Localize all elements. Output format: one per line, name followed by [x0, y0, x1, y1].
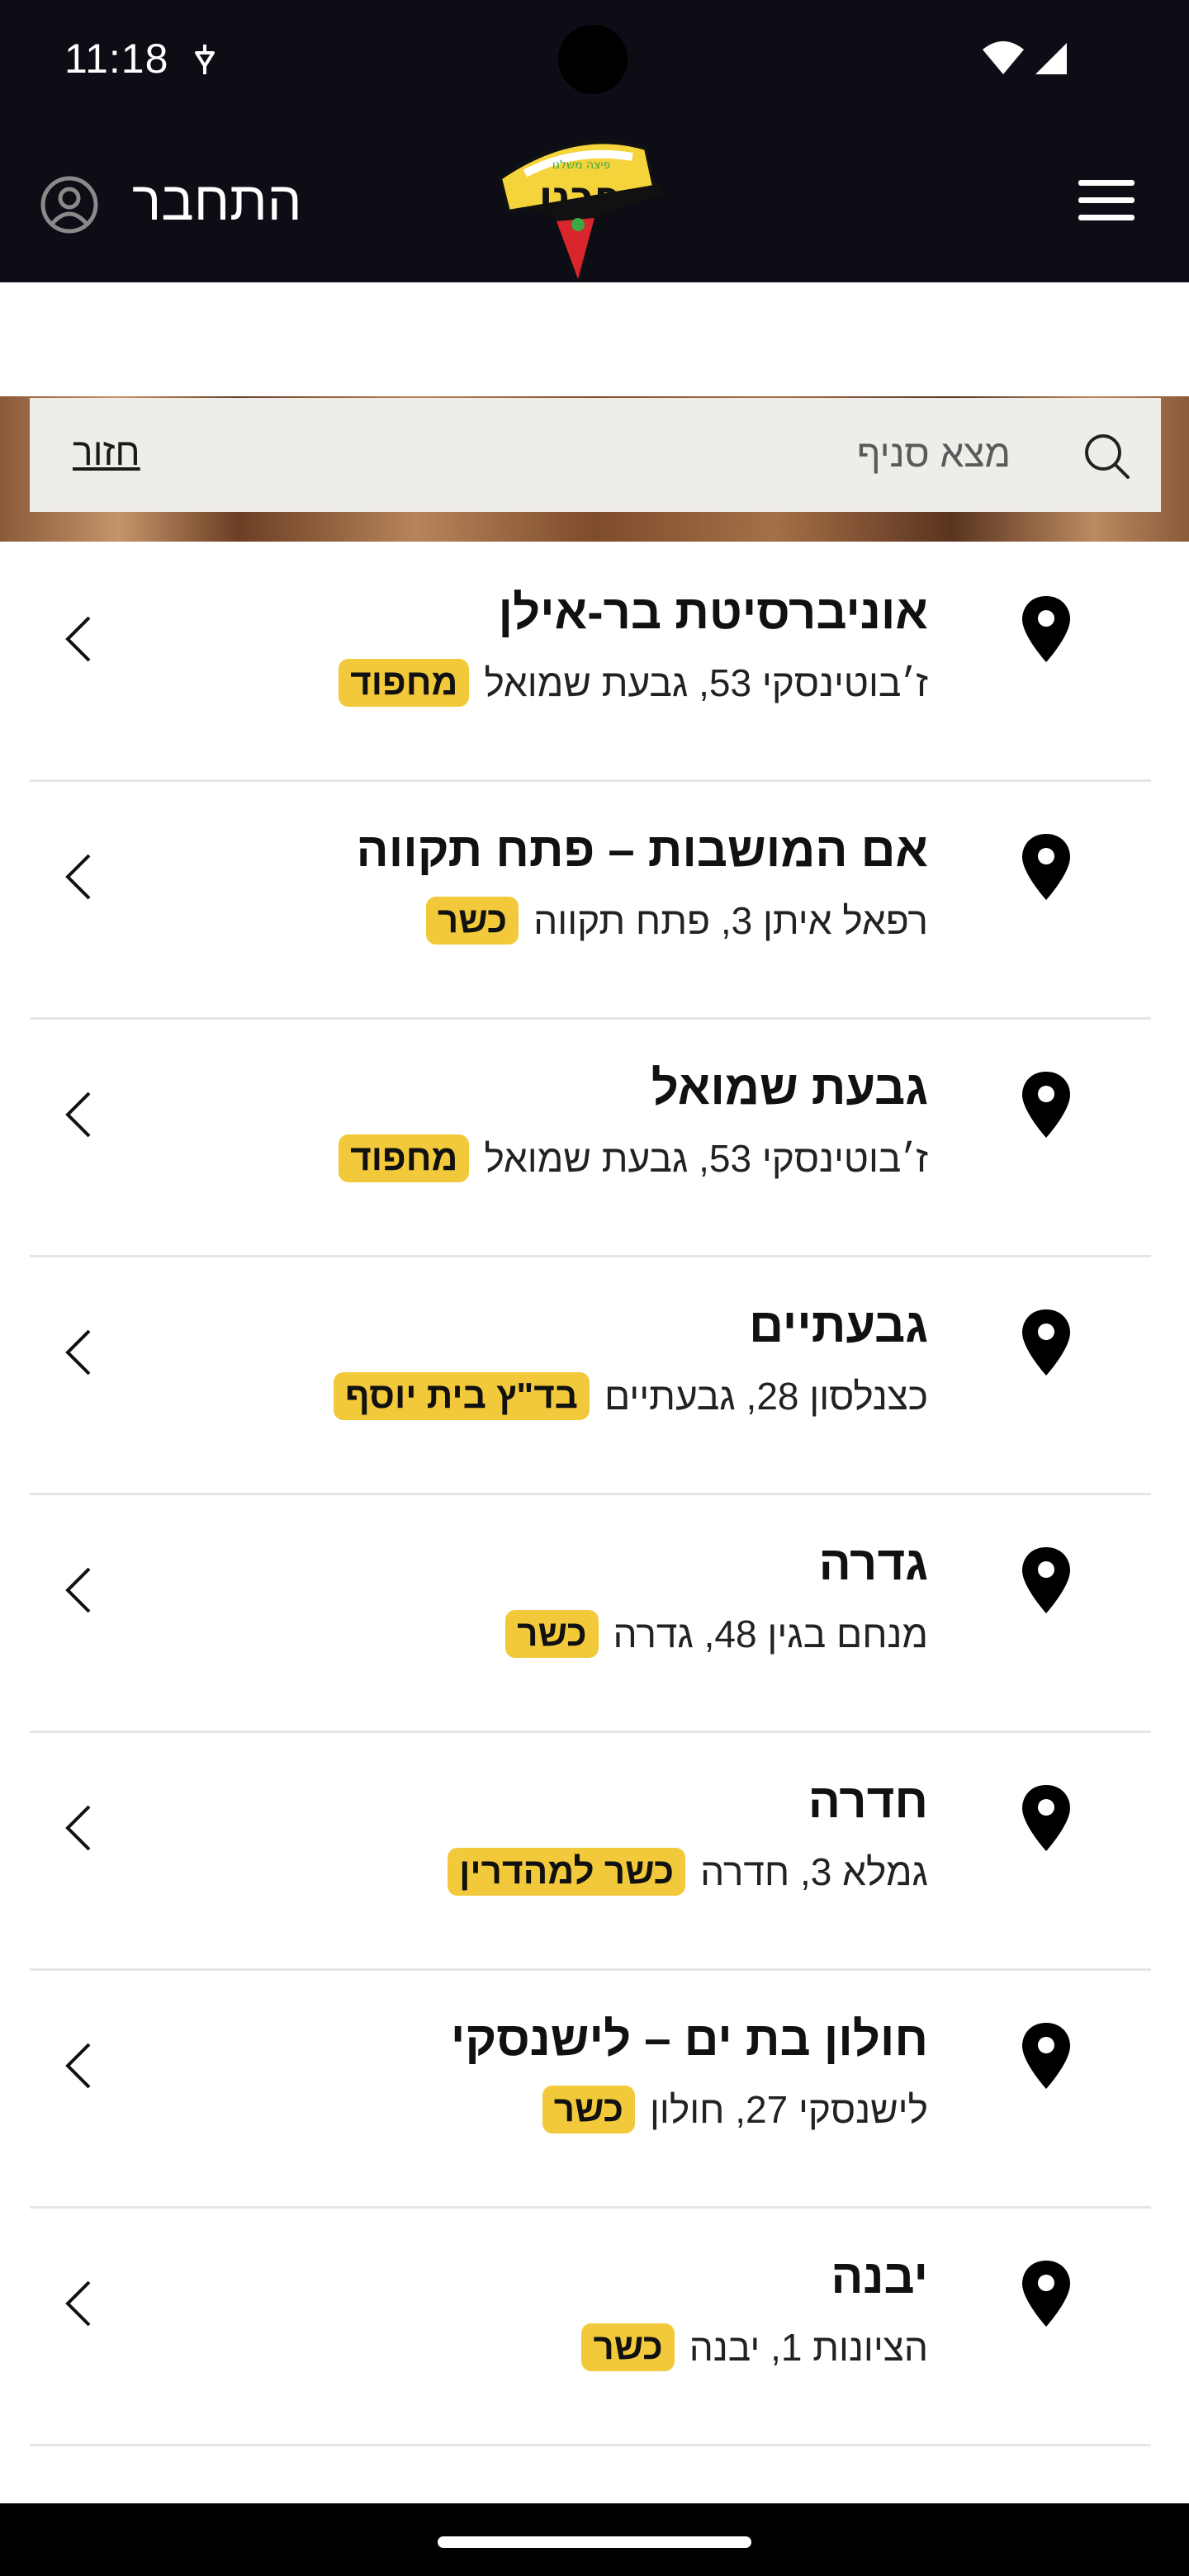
location-pin-icon: [1022, 1072, 1070, 1138]
kosher-badge: כשר: [581, 2323, 675, 2371]
fargo-logo[interactable]: פיצה משלנו פרגו: [492, 119, 669, 284]
home-gesture-handle[interactable]: [438, 2536, 751, 2548]
kosher-badge: בד"ץ בית יוסף: [333, 1372, 590, 1420]
user-account-icon[interactable]: [40, 175, 99, 234]
branch-item[interactable]: גבעתיים כצנלסון 28, גבעתיים בד"ץ בית יוס…: [30, 1257, 1151, 1495]
kosher-badge: מחפוד: [339, 1134, 470, 1182]
logo-text: פרגו: [539, 173, 620, 220]
app-header: התחבר פיצה משלנו פרגו: [0, 124, 1189, 282]
hamburger-menu-icon[interactable]: [1078, 180, 1135, 225]
status-bar: 11:18: [0, 0, 1189, 124]
branch-name: גדרה: [818, 1537, 928, 1590]
branch-name: גבעת שמואל: [651, 1061, 928, 1115]
chevron-left-icon: [65, 1091, 91, 1138]
location-pin-icon: [1022, 834, 1070, 900]
branch-name: חולון בת ים – לישנסקי: [450, 2012, 928, 2066]
chevron-left-icon: [65, 1567, 91, 1613]
branch-name: אוניברסיטת בר-אילן: [498, 585, 928, 639]
branch-address: מנחם בגין 48, גדרה: [613, 1612, 928, 1655]
status-time: 11:18: [64, 36, 169, 82]
camera-cutout: [558, 25, 628, 94]
chevron-left-icon: [65, 616, 91, 662]
kosher-badge: כשר: [425, 897, 519, 945]
location-pin-icon: [1022, 1309, 1070, 1376]
branch-item[interactable]: גבעת שמואל ז׳בוטינסקי 53, גבעת שמואל מחפ…: [30, 1019, 1151, 1257]
signal-icon: [1035, 43, 1067, 74]
logo-tagline: פיצה משלנו: [552, 159, 611, 172]
chevron-left-icon: [65, 1805, 91, 1851]
kosher-badge: כשר: [542, 2086, 635, 2133]
branch-item[interactable]: אם המושבות – פתח תקווה רפאל איתן 3, פתח …: [30, 781, 1151, 1020]
back-link[interactable]: חזור: [73, 429, 140, 474]
login-button[interactable]: התחבר: [132, 169, 302, 232]
chevron-left-icon: [65, 1329, 91, 1376]
branch-name: חדרה: [808, 1774, 928, 1828]
branch-name: יבנה: [831, 2250, 928, 2304]
branch-name: אם המושבות – פתח תקווה: [356, 823, 928, 877]
location-pin-icon: [1022, 1785, 1070, 1851]
branch-item[interactable]: אוניברסיטת בר-אילן ז׳בוטינסקי 53, גבעת ש…: [30, 543, 1151, 782]
branch-address: ז׳בוטינסקי 53, גבעת שמואל: [484, 1137, 928, 1180]
kosher-badge: מחפוד: [339, 659, 470, 707]
branch-address: ז׳בוטינסקי 53, גבעת שמואל: [484, 661, 928, 704]
kosher-badge: כשר למהדרין: [448, 1848, 686, 1896]
branch-address: לישנסקי 27, חולון: [649, 2088, 928, 2131]
branch-name: גבעתיים: [749, 1299, 928, 1352]
notification-icon: [195, 45, 215, 74]
branch-item[interactable]: חולון בת ים – לישנסקי לישנסקי 27, חולון …: [30, 1970, 1151, 2209]
system-nav-bar: [0, 2503, 1189, 2576]
search-input[interactable]: מצא סניף: [857, 431, 1011, 476]
chevron-left-icon: [65, 2280, 91, 2327]
kosher-badge: כשר: [505, 1610, 599, 1658]
branch-address: כצנלסון 28, גבעתיים: [604, 1375, 928, 1418]
branch-item[interactable]: חדרה גמלא 3, חדרה כשר למהדרין: [30, 1732, 1151, 1971]
chevron-left-icon: [65, 854, 91, 900]
wifi-icon: [983, 41, 1024, 74]
chevron-left-icon: [65, 2043, 91, 2089]
location-pin-icon: [1022, 1547, 1070, 1613]
search-icon[interactable]: [1078, 429, 1133, 484]
branch-address: רפאל איתן 3, פתח תקווה: [533, 899, 928, 942]
location-pin-icon: [1022, 2023, 1070, 2089]
branch-address: הציונות 1, יבנה: [689, 2326, 928, 2369]
location-pin-icon: [1022, 2261, 1070, 2327]
location-pin-icon: [1022, 596, 1070, 662]
branch-address: גמלא 3, חדרה: [700, 1850, 928, 1893]
branch-item[interactable]: גדרה מנחם בגין 48, גדרה כשר: [30, 1494, 1151, 1733]
branch-item[interactable]: יבנה הציונות 1, יבנה כשר: [30, 2208, 1151, 2446]
